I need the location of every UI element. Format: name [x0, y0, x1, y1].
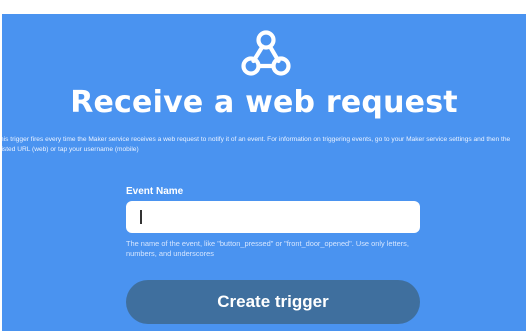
- event-name-input[interactable]: [126, 201, 420, 233]
- event-name-helper-text: The name of the event, like "button_pres…: [126, 239, 409, 258]
- page: Receive a web request his trigger fires …: [0, 0, 528, 331]
- trigger-description: his trigger fires every time the Maker s…: [2, 136, 511, 153]
- webhook-icon: [241, 30, 291, 76]
- create-trigger-button[interactable]: Create trigger: [126, 280, 420, 324]
- trigger-panel: Receive a web request his trigger fires …: [2, 14, 526, 331]
- text-cursor: [140, 210, 142, 224]
- page-title: Receive a web request: [70, 85, 458, 120]
- event-name-label: Event Name: [126, 186, 184, 197]
